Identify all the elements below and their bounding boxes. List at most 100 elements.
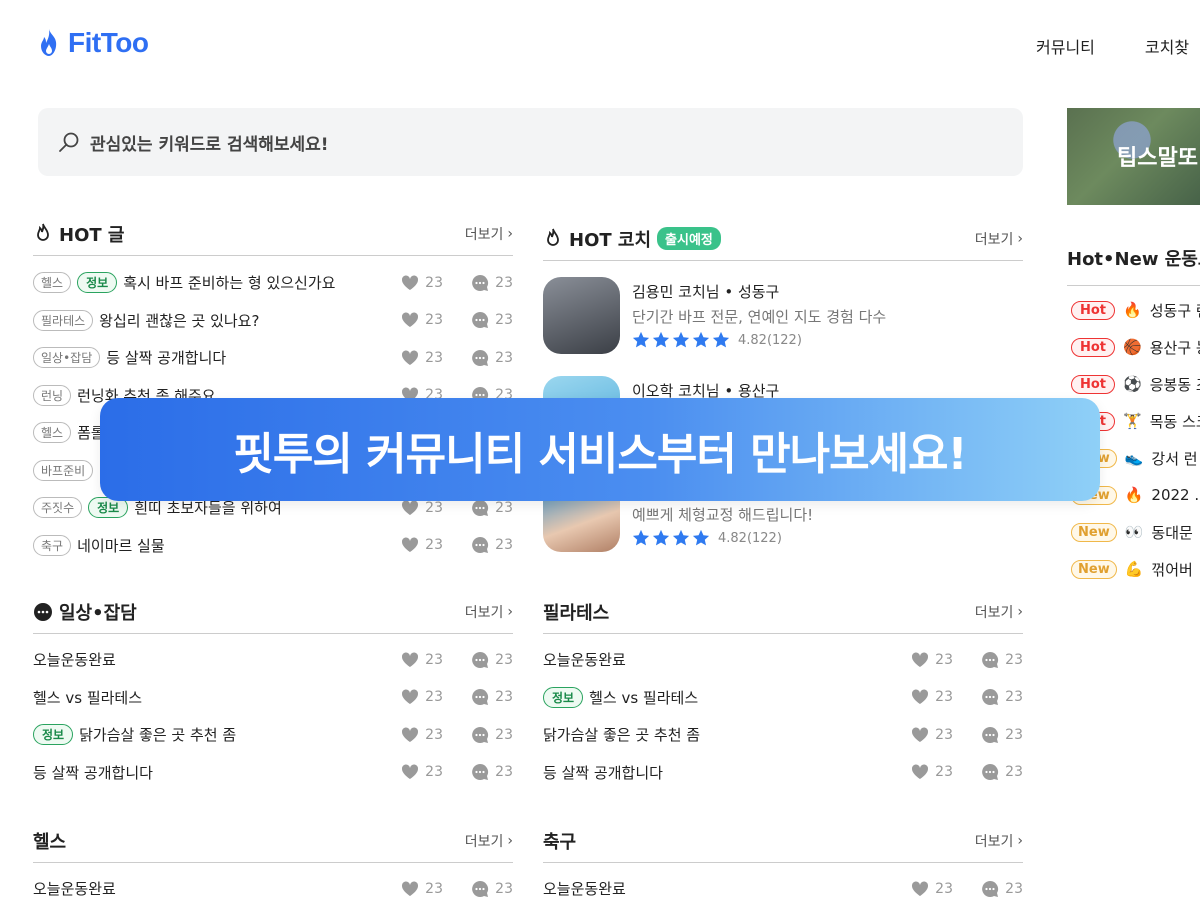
like-count[interactable]: 23 — [388, 652, 443, 668]
like-count[interactable]: 23 — [898, 764, 953, 780]
nav-find-coach[interactable]: 코치찾 — [1145, 34, 1189, 58]
side-item[interactable]: Hot 🏀 용산구 농 — [1071, 335, 1200, 359]
like-count[interactable]: 23 — [388, 881, 443, 897]
post-row-left: 축구 네이마르 실물 — [33, 534, 165, 556]
post-stats: 23 23 — [388, 499, 513, 517]
like-count-text: 23 — [425, 274, 443, 291]
category-tag[interactable]: 축구 — [33, 534, 72, 556]
like-count[interactable]: 23 — [388, 727, 443, 743]
comment-count[interactable]: 23 — [959, 726, 1023, 744]
post-row[interactable]: 등 살짝 공개합니다 23 23 — [543, 754, 1023, 792]
post-row[interactable]: 일상•잡담 등 살짝 공개합니다 23 23 — [33, 339, 513, 377]
section-title-text: HOT 글 — [59, 224, 125, 246]
comment-count[interactable]: 23 — [449, 651, 513, 669]
post-row-left: 등 살짝 공개합니다 — [543, 762, 663, 783]
like-count[interactable]: 23 — [898, 689, 953, 705]
like-count[interactable]: 23 — [388, 350, 443, 366]
post-row[interactable]: 축구 네이마르 실물 23 23 — [33, 527, 513, 565]
more-link[interactable]: 더보기 › — [975, 229, 1023, 249]
category-tag[interactable]: 런닝 — [33, 384, 72, 406]
section-title: HOT 코치 출시예정 — [543, 226, 721, 252]
comment-count[interactable]: 23 — [449, 274, 513, 292]
like-count[interactable]: 23 — [388, 764, 443, 780]
post-row[interactable]: 오늘운동완료 23 23 — [33, 641, 513, 679]
more-link[interactable]: 더보기 › — [975, 602, 1023, 622]
more-link[interactable]: 더보기 › — [465, 831, 513, 851]
more-link[interactable]: 더보기 › — [465, 224, 513, 244]
promo-banner[interactable]: 팁스말또 — [1067, 108, 1200, 205]
search-bar[interactable]: 관심있는 키워드로 검색해보세요! — [38, 108, 1023, 176]
heart-icon — [402, 881, 419, 896]
post-title: 헬스 vs 필라테스 — [33, 688, 143, 707]
nav-community[interactable]: 커뮤니티 — [1036, 34, 1095, 58]
like-count[interactable]: 23 — [898, 727, 953, 743]
post-title: 헬스 vs 필라테스 — [589, 688, 699, 707]
post-row[interactable]: 필라테스 왕십리 괜찮은 곳 있나요? 23 23 — [33, 302, 513, 340]
comment-count[interactable]: 23 — [959, 763, 1023, 781]
rating-text: 4.82(122) — [718, 530, 782, 546]
category-tag[interactable]: 필라테스 — [33, 309, 94, 331]
like-count[interactable]: 23 — [898, 881, 953, 897]
like-count[interactable]: 23 — [388, 275, 443, 291]
like-count[interactable]: 23 — [388, 689, 443, 705]
search-input[interactable]: 관심있는 키워드로 검색해보세요! — [90, 130, 329, 155]
category-tag[interactable]: 헬스 — [33, 422, 72, 444]
category-tag[interactable]: 일상•잡담 — [33, 347, 101, 369]
heart-icon — [402, 689, 419, 705]
side-item[interactable]: New 👀 동대문 — [1071, 520, 1200, 544]
daily-section: 일상•잡담 더보기 › 오늘운동완료 23 23 헬스 vs 필라테스 23 23 정… — [33, 598, 513, 791]
rating-text: 4.82(122) — [738, 332, 802, 348]
category-tag[interactable]: 주짓수 — [33, 497, 83, 519]
side-item[interactable]: Hot ⚽ 응봉동 조 — [1071, 372, 1200, 396]
post-title: 등 살짝 공개합니다 — [106, 349, 227, 368]
post-title: 오늘운동완료 — [543, 880, 626, 899]
coach-card[interactable]: 김용민 코치님 • 성동구 단기간 바프 전문, 연예인 지도 경험 다수 4.… — [543, 263, 1023, 362]
post-row[interactable]: 오늘운동완료 23 23 — [33, 870, 513, 900]
section-title: 축구 — [543, 828, 576, 854]
comment-count[interactable]: 23 — [959, 688, 1023, 706]
section-title-text: 일상•잡담 — [59, 602, 137, 624]
like-count[interactable]: 23 — [898, 652, 953, 668]
post-row[interactable]: 헬스 vs 필라테스 23 23 — [33, 679, 513, 717]
comment-count[interactable]: 23 — [449, 763, 513, 781]
post-row[interactable]: 등 살짝 공개합니다 23 23 — [33, 754, 513, 792]
comment-count[interactable]: 23 — [449, 499, 513, 517]
chevron-right-icon: › — [1017, 603, 1023, 620]
post-row[interactable]: 닭가슴살 좋은 곳 추천 좀 23 23 — [543, 716, 1023, 754]
side-item[interactable]: Hot 🔥 성동구 런 — [1071, 298, 1200, 322]
post-title: 닭가슴살 좋은 곳 추천 좀 — [543, 726, 701, 745]
category-tag[interactable]: 바프준비 — [33, 459, 94, 481]
comment-count[interactable]: 23 — [449, 536, 513, 554]
like-count[interactable]: 23 — [388, 537, 443, 553]
comment-count[interactable]: 23 — [449, 726, 513, 744]
more-link[interactable]: 더보기 › — [465, 602, 513, 622]
post-row[interactable]: 정보 헬스 vs 필라테스 23 23 — [543, 679, 1023, 717]
side-item[interactable]: New 💪 꺾어버 — [1071, 557, 1200, 581]
comment-count[interactable]: 23 — [449, 880, 513, 898]
flame-icon — [41, 29, 57, 56]
like-count[interactable]: 23 — [388, 500, 443, 516]
like-count[interactable]: 23 — [388, 312, 443, 328]
comment-count[interactable]: 23 — [449, 349, 513, 367]
comment-count[interactable]: 23 — [959, 880, 1023, 898]
post-stats: 23 23 — [898, 651, 1023, 669]
logo[interactable]: FitToo — [36, 27, 149, 59]
comment-count[interactable]: 23 — [449, 688, 513, 706]
post-row[interactable]: 정보 닭가슴살 좋은 곳 추천 좀 23 23 — [33, 716, 513, 754]
post-row-left: 오늘운동완료 — [33, 878, 116, 899]
category-tag[interactable]: 헬스 — [33, 272, 72, 294]
comment-count[interactable]: 23 — [959, 651, 1023, 669]
comment-icon — [982, 651, 999, 668]
post-row[interactable]: 헬스 정보 혹시 바프 준비하는 형 있으신가요 23 23 — [33, 264, 513, 302]
heart-icon — [402, 764, 419, 780]
heart-icon — [402, 275, 419, 290]
like-count-text: 23 — [935, 880, 953, 897]
more-link[interactable]: 더보기 › — [975, 831, 1023, 851]
post-row[interactable]: 오늘운동완료 23 23 — [543, 870, 1023, 900]
hot-badge: Hot — [1071, 374, 1116, 394]
comment-count-text: 23 — [495, 537, 513, 554]
coach-info: 김용민 코치님 • 성동구 단기간 바프 전문, 연예인 지도 경험 다수 4.… — [632, 277, 886, 349]
star-icon — [632, 331, 650, 348]
post-row[interactable]: 오늘운동완료 23 23 — [543, 641, 1023, 679]
comment-count[interactable]: 23 — [449, 311, 513, 329]
